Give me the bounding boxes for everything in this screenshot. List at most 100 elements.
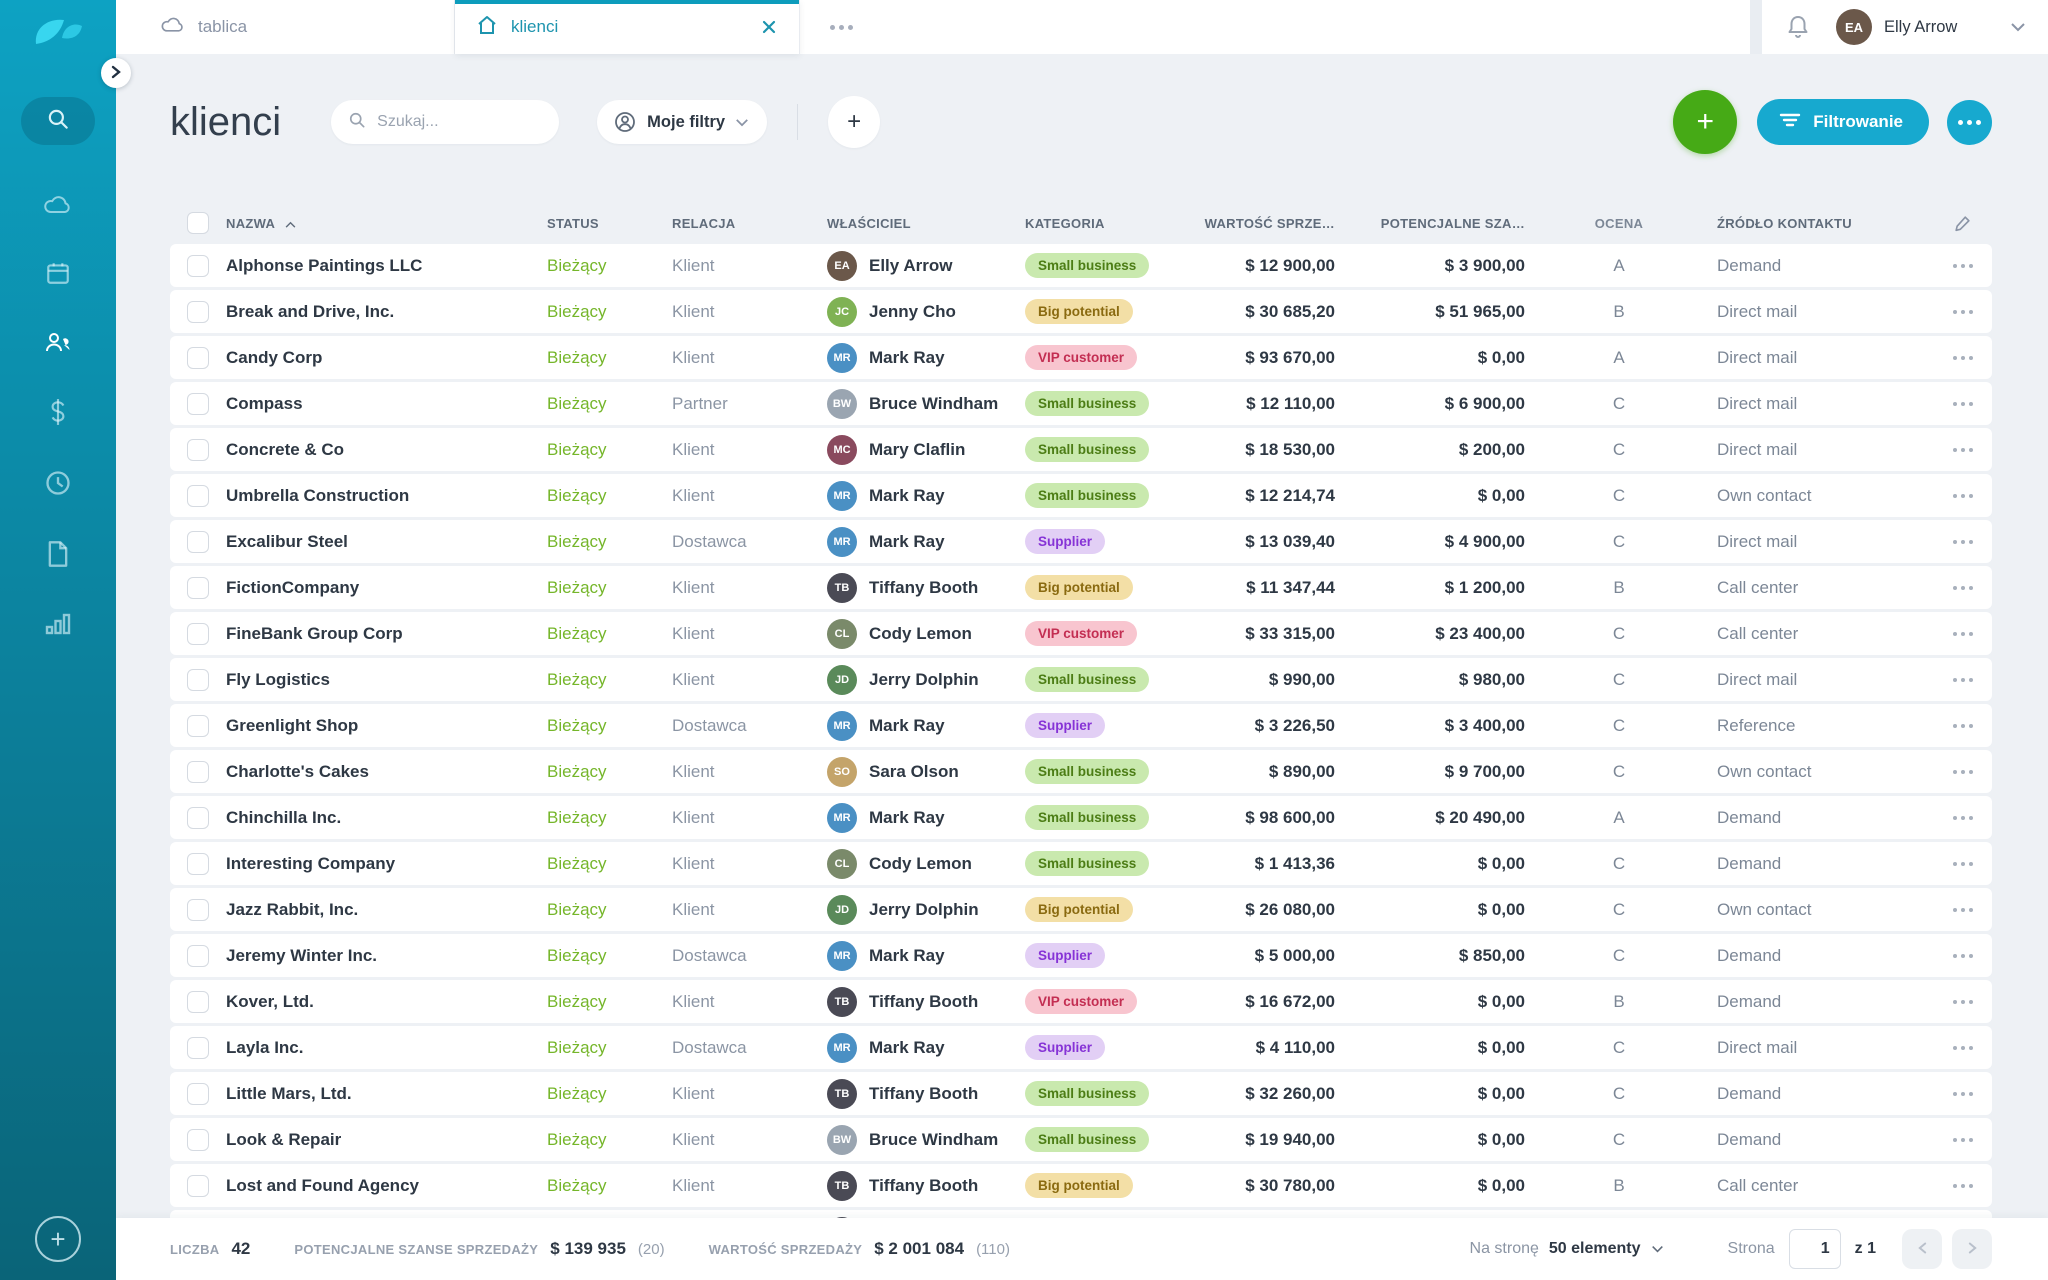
table-row[interactable]: Chinchilla Inc. Bieżący Klient MR Mark R…	[170, 796, 1992, 839]
table-row[interactable]: Concrete & Co Bieżący Klient MC Mary Cla…	[170, 428, 1992, 471]
column-header-value[interactable]: WARTOŚĆ SPRZE…	[1175, 216, 1335, 231]
add-filter-button[interactable]: +	[828, 96, 880, 148]
sidebar-item-documents[interactable]	[46, 540, 70, 573]
client-name[interactable]: Little Mars, Ltd.	[226, 1084, 547, 1104]
client-name[interactable]: Alphonse Paintings LLC	[226, 256, 547, 276]
table-row[interactable]: Greenlight Shop Bieżący Dostawca MR Mark…	[170, 704, 1992, 747]
column-header-source[interactable]: ŹRÓDŁO KONTAKTU	[1713, 216, 1934, 231]
client-name[interactable]: Chinchilla Inc.	[226, 808, 547, 828]
chevron-down-icon[interactable]	[2010, 22, 2026, 32]
search-box[interactable]	[331, 100, 559, 144]
client-name[interactable]: Break and Drive, Inc.	[226, 302, 547, 322]
row-menu-button[interactable]	[1934, 448, 1992, 452]
table-row[interactable]: Umbrella Construction Bieżący Klient MR …	[170, 474, 1992, 517]
row-checkbox[interactable]	[187, 393, 209, 415]
row-menu-button[interactable]	[1934, 1184, 1992, 1188]
row-checkbox[interactable]	[187, 945, 209, 967]
column-header-grade[interactable]: OCENA	[1525, 216, 1713, 231]
row-checkbox[interactable]	[187, 1083, 209, 1105]
row-checkbox[interactable]	[187, 255, 209, 277]
row-menu-button[interactable]	[1934, 310, 1992, 314]
client-name[interactable]: Charlotte's Cakes	[226, 762, 547, 782]
row-checkbox[interactable]	[187, 715, 209, 737]
row-checkbox[interactable]	[187, 439, 209, 461]
next-page-button[interactable]	[1952, 1229, 1992, 1269]
client-name[interactable]: Kover, Ltd.	[226, 992, 547, 1012]
client-name[interactable]: Jeremy Winter Inc.	[226, 946, 547, 966]
client-name[interactable]: Compass	[226, 394, 547, 414]
table-row[interactable]: Charlotte's Cakes Bieżący Klient SO Sara…	[170, 750, 1992, 793]
user-name[interactable]: Elly Arrow	[1884, 18, 1957, 37]
row-checkbox[interactable]	[187, 807, 209, 829]
row-checkbox[interactable]	[187, 669, 209, 691]
sidebar-item-sales[interactable]	[45, 398, 71, 431]
table-row[interactable]: Alphonse Paintings LLC Bieżący Klient EA…	[170, 244, 1992, 287]
client-name[interactable]: Interesting Company	[226, 854, 547, 874]
row-menu-button[interactable]	[1934, 724, 1992, 728]
add-client-button[interactable]: +	[1673, 90, 1737, 154]
tab-klienci[interactable]: klienci	[455, 0, 800, 54]
row-checkbox[interactable]	[187, 991, 209, 1013]
table-row[interactable]: FineBank Group Corp Bieżący Klient CL Co…	[170, 612, 1992, 655]
row-menu-button[interactable]	[1934, 356, 1992, 360]
row-menu-button[interactable]	[1934, 770, 1992, 774]
row-menu-button[interactable]	[1934, 1092, 1992, 1096]
more-actions-button[interactable]	[1947, 100, 1992, 145]
row-checkbox[interactable]	[187, 577, 209, 599]
sidebar-add-button[interactable]: +	[35, 1216, 81, 1262]
row-menu-button[interactable]	[1934, 494, 1992, 498]
table-row[interactable]: Interesting Company Bieżący Klient CL Co…	[170, 842, 1992, 885]
edit-columns-icon[interactable]	[1934, 214, 1992, 232]
close-icon[interactable]	[757, 15, 781, 39]
sidebar-item-reports[interactable]	[44, 611, 72, 642]
client-name[interactable]: Greenlight Shop	[226, 716, 547, 736]
table-row[interactable]: Jazz Rabbit, Inc. Bieżący Klient JD Jerr…	[170, 888, 1992, 931]
client-name[interactable]: Fly Logistics	[226, 670, 547, 690]
previous-page-button[interactable]	[1902, 1229, 1942, 1269]
row-checkbox[interactable]	[187, 899, 209, 921]
client-name[interactable]: Lost and Found Agency	[226, 1176, 547, 1196]
tab-overflow[interactable]	[800, 0, 1750, 54]
row-menu-button[interactable]	[1934, 954, 1992, 958]
table-row[interactable]: Lost and Found Agency Bieżący Klient TB …	[170, 1164, 1992, 1207]
client-name[interactable]: FictionCompany	[226, 578, 547, 598]
table-row[interactable]: Kover, Ltd. Bieżący Klient TB Tiffany Bo…	[170, 980, 1992, 1023]
sidebar-item-board[interactable]	[43, 193, 73, 222]
app-logo-icon[interactable]	[26, 10, 90, 61]
column-header-relation[interactable]: RELACJA	[672, 216, 827, 231]
table-row[interactable]: Little Mars, Ltd. Bieżący Klient TB Tiff…	[170, 1072, 1992, 1115]
client-name[interactable]: Excalibur Steel	[226, 532, 547, 552]
table-row[interactable]: FictionCompany Bieżący Klient TB Tiffany…	[170, 566, 1992, 609]
row-menu-button[interactable]	[1934, 678, 1992, 682]
client-name[interactable]: Look & Repair	[226, 1130, 547, 1150]
per-page-select[interactable]: Na stronę 50 elementy	[1470, 1240, 1664, 1258]
notifications-bell-icon[interactable]	[1786, 14, 1810, 40]
row-menu-button[interactable]	[1934, 908, 1992, 912]
page-number-input[interactable]	[1789, 1229, 1841, 1269]
row-menu-button[interactable]	[1934, 816, 1992, 820]
sidebar-search-button[interactable]	[21, 97, 95, 145]
table-row[interactable]: Look & Repair Bieżący Klient BW Bruce Wi…	[170, 1118, 1992, 1161]
row-menu-button[interactable]	[1934, 862, 1992, 866]
row-checkbox[interactable]	[187, 761, 209, 783]
column-header-status[interactable]: STATUS	[547, 216, 672, 231]
client-name[interactable]: FineBank Group Corp	[226, 624, 547, 644]
row-checkbox[interactable]	[187, 485, 209, 507]
my-filters-dropdown[interactable]: Moje filtry	[597, 100, 767, 144]
row-checkbox[interactable]	[187, 531, 209, 553]
client-name[interactable]: Layla Inc.	[226, 1038, 547, 1058]
client-name[interactable]: Umbrella Construction	[226, 486, 547, 506]
user-avatar[interactable]: EA	[1836, 9, 1872, 45]
column-header-potential[interactable]: POTENCJALNE SZA…	[1335, 216, 1525, 231]
row-checkbox[interactable]	[187, 301, 209, 323]
column-header-name[interactable]: NAZWA	[226, 216, 547, 231]
row-menu-button[interactable]	[1934, 1138, 1992, 1142]
row-menu-button[interactable]	[1934, 586, 1992, 590]
column-header-owner[interactable]: WŁAŚCICIEL	[827, 216, 1025, 231]
row-checkbox[interactable]	[187, 347, 209, 369]
row-checkbox[interactable]	[187, 1175, 209, 1197]
row-checkbox[interactable]	[187, 1129, 209, 1151]
client-name[interactable]: Candy Corp	[226, 348, 547, 368]
filter-button[interactable]: Filtrowanie	[1757, 99, 1929, 145]
row-menu-button[interactable]	[1934, 402, 1992, 406]
